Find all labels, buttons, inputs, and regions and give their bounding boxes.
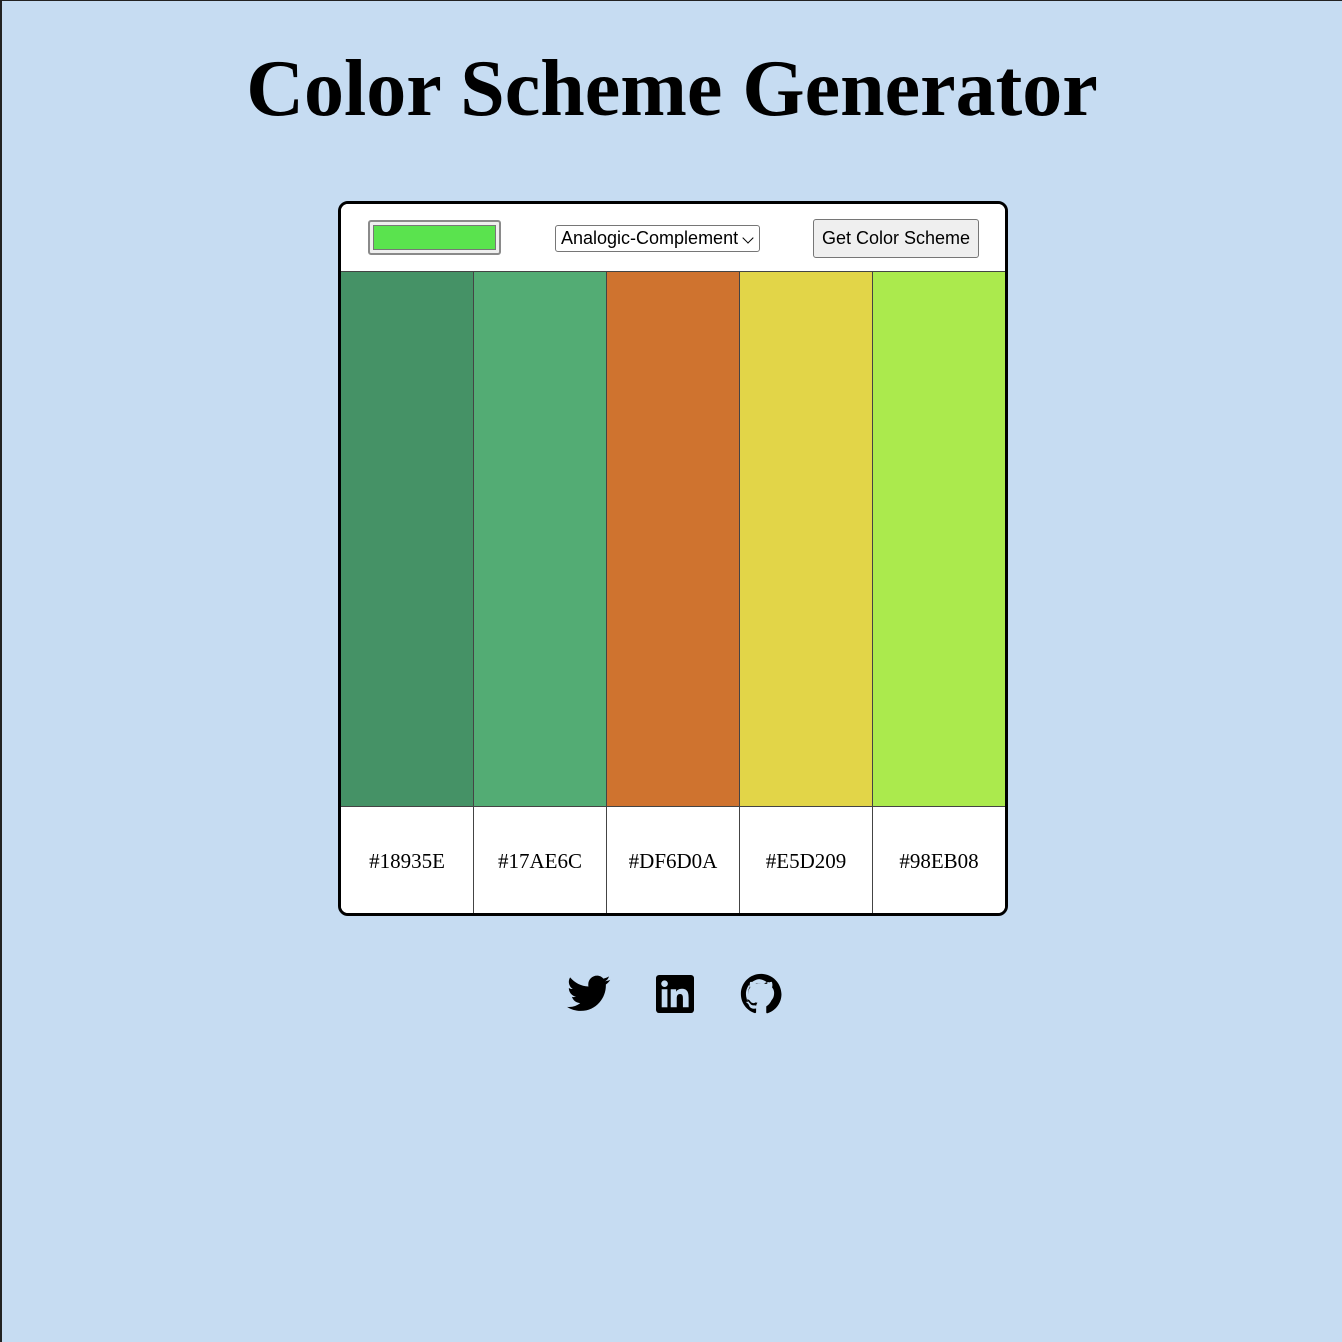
color-palette: #18935E #17AE6C #DF6D0A #E5D209 #98EB08 bbox=[341, 271, 1005, 913]
swatch-column: #98EB08 bbox=[872, 271, 1005, 913]
chevron-down-icon bbox=[742, 232, 754, 244]
hex-code[interactable]: #98EB08 bbox=[873, 807, 1005, 913]
linkedin-link[interactable] bbox=[652, 971, 698, 1017]
linkedin-icon bbox=[656, 975, 694, 1013]
scheme-card: Analogic-Complement Get Color Scheme #18… bbox=[338, 201, 1008, 916]
swatch-column: #DF6D0A bbox=[606, 271, 739, 913]
github-link[interactable] bbox=[738, 971, 784, 1017]
hex-code[interactable]: #DF6D0A bbox=[607, 807, 739, 913]
color-block[interactable] bbox=[341, 271, 473, 807]
controls-bar: Analogic-Complement Get Color Scheme bbox=[341, 204, 1005, 271]
swatch-column: #18935E bbox=[341, 271, 473, 913]
page-title: Color Scheme Generator bbox=[246, 45, 1098, 133]
color-block[interactable] bbox=[474, 271, 606, 807]
seed-color-swatch bbox=[373, 225, 496, 250]
get-color-scheme-button[interactable]: Get Color Scheme bbox=[813, 219, 979, 258]
twitter-icon bbox=[567, 975, 611, 1011]
seed-color-picker[interactable] bbox=[368, 220, 501, 255]
color-block[interactable] bbox=[607, 271, 739, 807]
twitter-link[interactable] bbox=[566, 971, 612, 1017]
hex-code[interactable]: #17AE6C bbox=[474, 807, 606, 913]
color-block[interactable] bbox=[740, 271, 872, 807]
color-block[interactable] bbox=[873, 271, 1005, 807]
hex-code[interactable]: #18935E bbox=[341, 807, 473, 913]
social-links bbox=[2, 971, 1342, 1017]
mode-select-value: Analogic-Complement bbox=[561, 228, 739, 248]
hex-code[interactable]: #E5D209 bbox=[740, 807, 872, 913]
mode-select[interactable]: Analogic-Complement bbox=[555, 225, 760, 252]
github-icon bbox=[740, 973, 782, 1014]
swatch-column: #17AE6C bbox=[473, 271, 606, 913]
swatch-column: #E5D209 bbox=[739, 271, 872, 913]
